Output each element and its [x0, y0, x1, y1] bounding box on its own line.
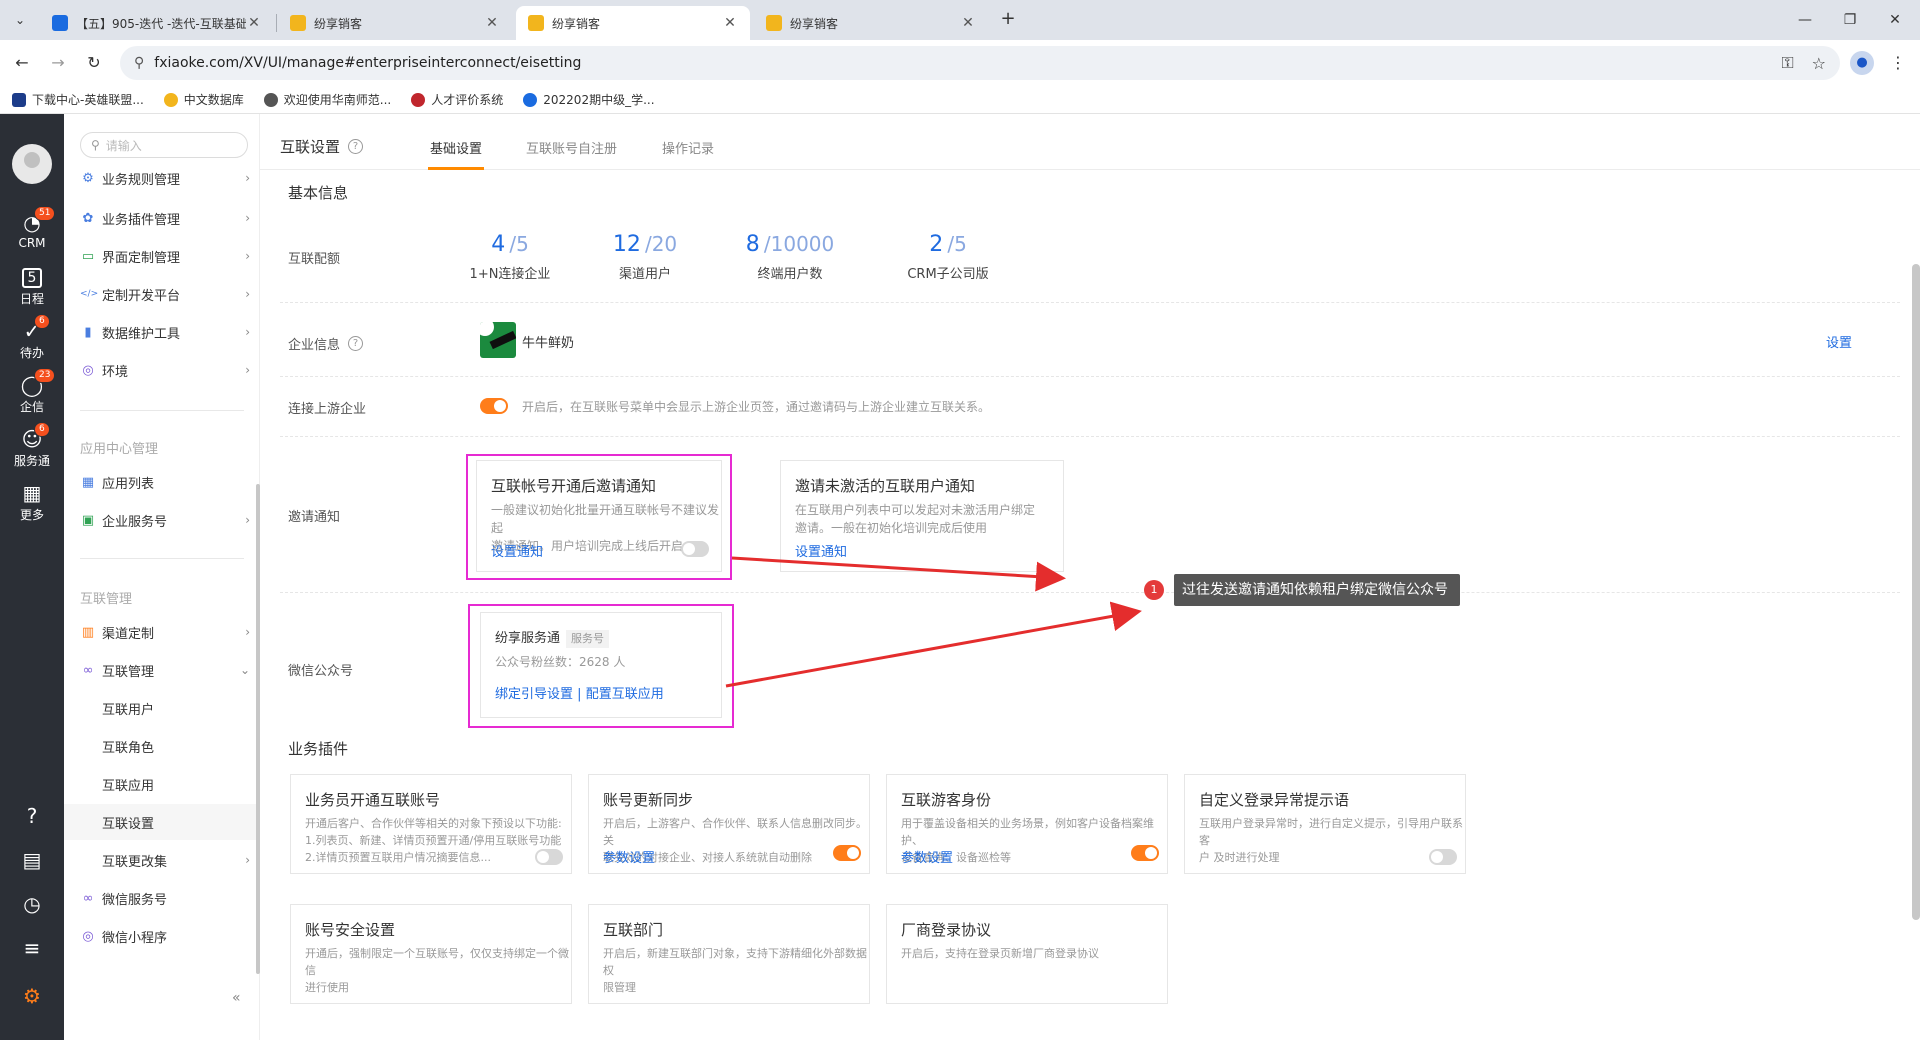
- arrow-from-invite-toggle: [731, 556, 1066, 592]
- annotation-arrows: [725, 556, 1142, 688]
- arrow-from-wechat-card: [725, 601, 1142, 688]
- annotation-number-badge: 1: [1144, 580, 1164, 600]
- annotation-callout: 过往发送邀请通知依赖租户绑定微信公众号: [1174, 574, 1460, 606]
